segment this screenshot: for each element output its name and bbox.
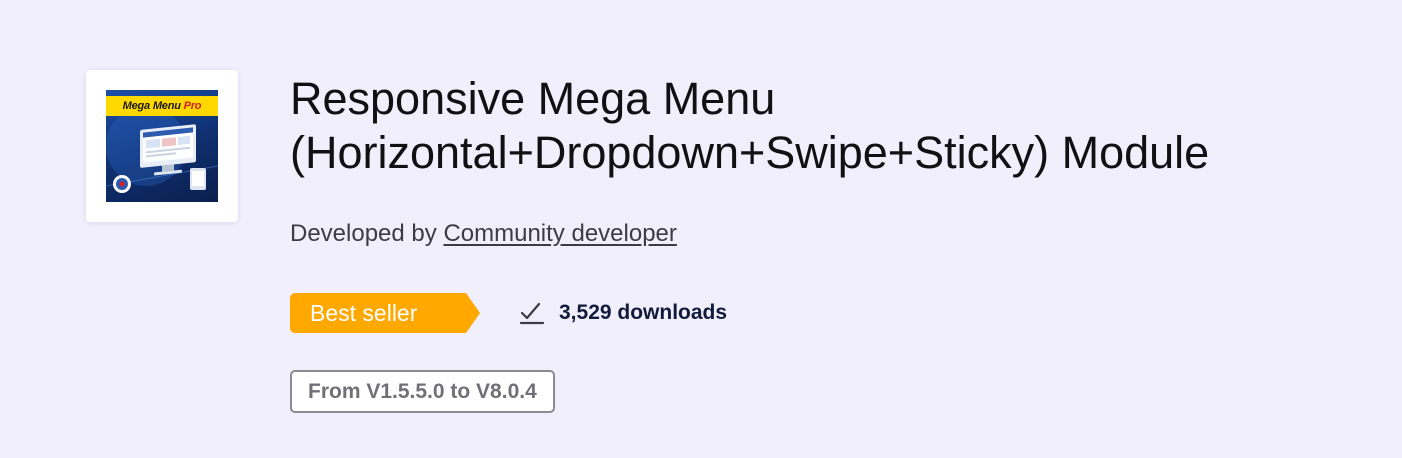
best-seller-badge: Best seller [290, 293, 480, 333]
thumbnail-banner-text: Mega Menu [122, 100, 181, 112]
downloads-count: 3,529 downloads [519, 298, 727, 328]
downloads-label: 3,529 downloads [559, 301, 728, 324]
module-thumbnail-card: Mega Menu Pro [86, 70, 238, 222]
thumbnail-banner-accent: Pro [183, 100, 202, 112]
developer-link[interactable]: Community developer [443, 220, 676, 247]
module-title-line1: Responsive Mega Menu [290, 73, 776, 124]
monitor-illustration [106, 116, 218, 193]
thumbnail-banner: Mega Menu Pro [106, 96, 218, 116]
download-check-icon [519, 302, 545, 325]
version-compatibility-badge: From V1.5.5.0 to V8.0.4 [290, 370, 555, 413]
module-thumbnail-image: Mega Menu Pro [106, 90, 218, 202]
module-title: Responsive Mega Menu (Horizontal+Dropdow… [290, 72, 1209, 180]
developer-line: Developed by Community developer [290, 219, 677, 249]
module-title-line2: (Horizontal+Dropdown+Swipe+Sticky) Modul… [290, 127, 1210, 178]
developer-prefix: Developed by [290, 220, 437, 247]
